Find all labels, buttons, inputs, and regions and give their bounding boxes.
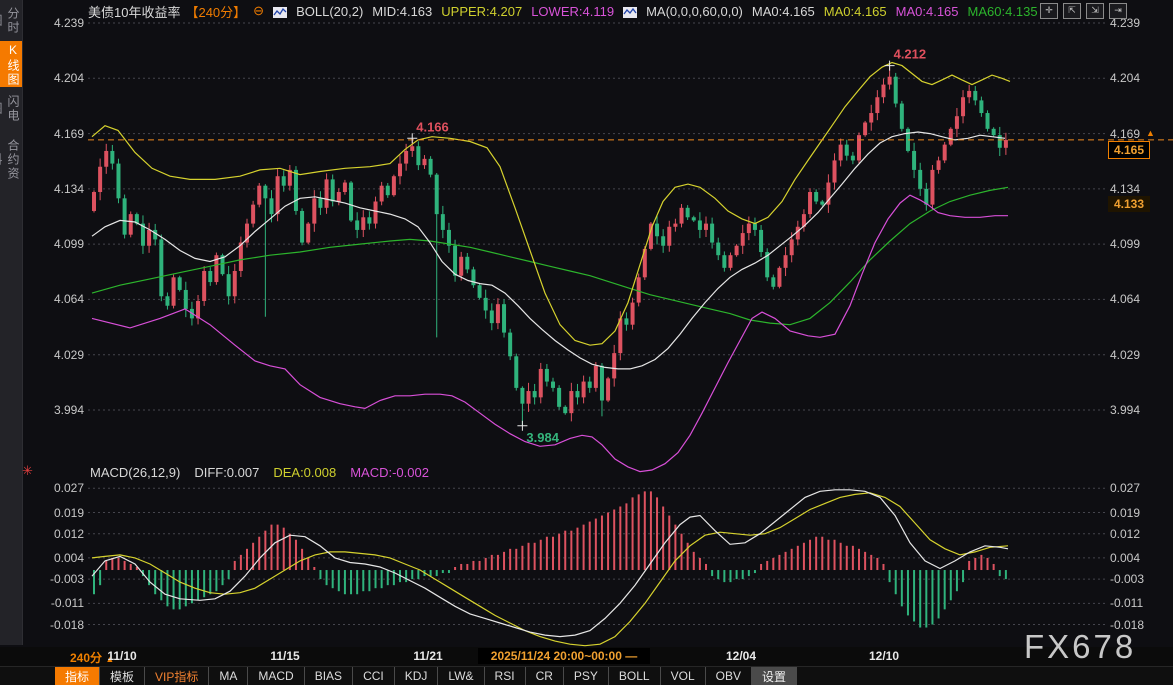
y-tick-label: 4.134 bbox=[54, 182, 84, 196]
y-tick-label: 4.204 bbox=[54, 71, 84, 85]
boll-mid-value: MID:4.163 bbox=[372, 4, 432, 19]
y-axis-left: 4.239 4.204 4.169 4.134 4.099 4.064 4.029 3.994… bbox=[30, 0, 84, 685]
y-tick-label: 4.029 bbox=[54, 348, 84, 362]
svg-text:3.984: 3.984 bbox=[526, 430, 559, 445]
y-tick-label: -0.011 bbox=[51, 596, 84, 610]
y-tick-label: 0.012 bbox=[54, 527, 84, 541]
y-tick-label: 4.169 bbox=[54, 127, 84, 141]
y-tick-label: -0.018 bbox=[50, 618, 84, 632]
page-title: 美债10年收益率 bbox=[88, 2, 180, 21]
y-tick-label: -0.011 bbox=[1110, 596, 1143, 610]
toolbar-item-PSY[interactable]: PSY bbox=[564, 667, 609, 685]
x-tick-label: 12/04 bbox=[726, 649, 756, 663]
y-tick-label: 3.994 bbox=[1110, 403, 1140, 417]
y-tick-label: 0.027 bbox=[54, 481, 84, 495]
collapse-icon[interactable]: ⊖ bbox=[253, 3, 264, 19]
y-tick-label: 0.004 bbox=[1110, 551, 1140, 565]
toolbar-item-设置[interactable]: 设置 bbox=[752, 667, 797, 685]
scale-horizontal-icon[interactable]: ⇲ bbox=[1086, 3, 1104, 19]
x-tick-label: 11/15 bbox=[270, 649, 299, 663]
y-tick-label: 0.019 bbox=[54, 506, 84, 520]
toolbar-item-MACD[interactable]: MACD bbox=[248, 667, 304, 685]
toolbar-item-RSI[interactable]: RSI bbox=[485, 667, 526, 685]
toolbar-item-KDJ[interactable]: KDJ bbox=[395, 667, 439, 685]
y-tick-label: 3.994 bbox=[54, 403, 84, 417]
settle-price-tag: 4.133 bbox=[1108, 196, 1150, 212]
x-tick-label: 12/10 bbox=[869, 649, 899, 663]
y-tick-label: 4.064 bbox=[54, 292, 84, 306]
toolbar-item-BOLL[interactable]: BOLL bbox=[609, 667, 661, 685]
toolbar-item-OBV[interactable]: OBV bbox=[706, 667, 752, 685]
y-tick-label: 4.099 bbox=[1110, 237, 1140, 251]
crosshair-icon[interactable]: ✛ bbox=[1040, 3, 1058, 19]
ma-label: MA(0,0,0,60,0,0) bbox=[646, 4, 743, 19]
toolbar-item-CCI[interactable]: CCI bbox=[353, 667, 395, 685]
y-tick-label: 4.064 bbox=[1110, 292, 1140, 306]
x-tick-label: 11/10 bbox=[107, 649, 136, 663]
svg-text:4.212: 4.212 bbox=[894, 47, 927, 62]
header-bar: 美债10年收益率 【240分】 ⊖ BOLL(20,2) MID:4.163 U… bbox=[88, 3, 1057, 19]
timeframe-label: 【240分】 bbox=[185, 2, 246, 21]
macd-dea-value: DEA:0.008 bbox=[273, 465, 336, 480]
boll-upper-value: UPPER:4.207 bbox=[441, 4, 522, 19]
toolbar-item-VOL[interactable]: VOL bbox=[661, 667, 706, 685]
bottom-toolbar: 指标模板VIP指标MAMACDBIASCCIKDJLW&RSICRPSYBOLL… bbox=[0, 666, 1173, 685]
toolbar-item-模板[interactable]: 模板 bbox=[100, 667, 145, 685]
price-tag-arrow-icon: ▲ bbox=[1146, 128, 1155, 138]
y-tick-label: -0.003 bbox=[1110, 572, 1144, 586]
toolbar-item-LW&[interactable]: LW& bbox=[438, 667, 484, 685]
macd-marker-icon: ✳ bbox=[22, 463, 33, 479]
ma0-white-value: MA0:4.165 bbox=[752, 4, 815, 19]
window-controls: ✛ ⇱ ⇲ ⇥ bbox=[1040, 3, 1127, 19]
y-tick-label: 4.239 bbox=[54, 16, 84, 30]
toolbar-item-BIAS[interactable]: BIAS bbox=[305, 667, 353, 685]
macd-value: MACD:-0.002 bbox=[350, 465, 429, 480]
toolbar-item-MA[interactable]: MA bbox=[209, 667, 248, 685]
boll-label: BOLL(20,2) bbox=[296, 4, 363, 19]
chart-window: 4.1664.2123.984 分时图 K线图 闪电图 合约资料 美债10年收益… bbox=[0, 0, 1173, 685]
macd-header: MACD(26,12,9) DIFF:0.007 DEA:0.008 MACD:… bbox=[90, 465, 429, 480]
y-tick-label: 4.134 bbox=[1110, 182, 1140, 196]
indicator-thumbnail-icon[interactable] bbox=[273, 6, 287, 17]
date-range-highlight: 2025/11/24 20:00~00:00 — bbox=[478, 648, 650, 664]
watermark: FX678 bbox=[1024, 628, 1136, 666]
ma60-value: MA60:4.135 bbox=[968, 4, 1038, 19]
toolbar-item-CR[interactable]: CR bbox=[526, 667, 564, 685]
y-tick-label: 4.204 bbox=[1110, 71, 1140, 85]
y-tick-label: 0.019 bbox=[1110, 506, 1140, 520]
scale-vertical-icon[interactable]: ⇱ bbox=[1063, 3, 1081, 19]
toolbar-item-指标[interactable]: 指标 bbox=[55, 667, 100, 685]
x-tick-label: 11/21 bbox=[413, 649, 442, 663]
y-tick-label: 4.169 bbox=[1110, 127, 1140, 141]
macd-label: MACD(26,12,9) bbox=[90, 465, 180, 480]
y-tick-label: 0.004 bbox=[54, 551, 84, 565]
y-tick-label: 4.029 bbox=[1110, 348, 1140, 362]
y-tick-label: 4.099 bbox=[54, 237, 84, 251]
ma0-magenta-value: MA0:4.165 bbox=[896, 4, 959, 19]
y-tick-label: 0.027 bbox=[1110, 481, 1140, 495]
candlestick-chart[interactable]: 4.166 4.212 3.984 bbox=[0, 0, 1173, 685]
macd-diff-value: DIFF:0.007 bbox=[194, 465, 259, 480]
ma0-yellow-value: MA0:4.165 bbox=[824, 4, 887, 19]
current-price-tag: 4.165 bbox=[1108, 141, 1150, 159]
y-tick-label: 0.012 bbox=[1110, 527, 1140, 541]
x-axis-row: 240分 ▲ 2025/11/24 20:00~00:00 — 11/1011/… bbox=[0, 647, 1173, 666]
indicator-thumbnail-icon[interactable] bbox=[623, 6, 637, 17]
boll-lower-value: LOWER:4.119 bbox=[531, 4, 614, 19]
svg-text:4.166: 4.166 bbox=[416, 119, 449, 134]
y-axis-right: 4.2394.2044.1694.1344.0994.0644.0293.994… bbox=[1110, 0, 1172, 685]
toolbar-item-VIP指标[interactable]: VIP指标 bbox=[145, 667, 209, 685]
y-tick-label: -0.003 bbox=[50, 572, 84, 586]
jump-latest-icon[interactable]: ⇥ bbox=[1109, 3, 1127, 19]
